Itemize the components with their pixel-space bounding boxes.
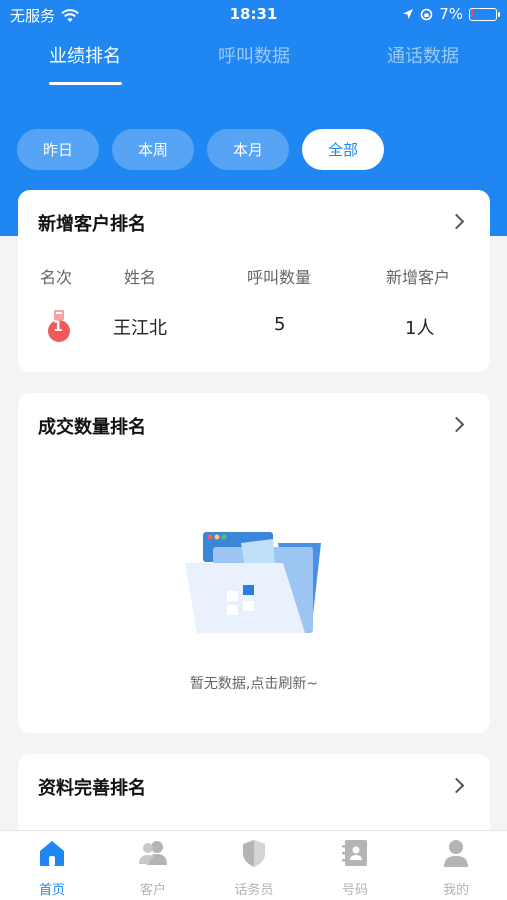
filter-all[interactable]: 全部 bbox=[302, 129, 384, 170]
column-calls: 呼叫数量 bbox=[247, 268, 312, 287]
column-new-customers: 新增客户 bbox=[386, 268, 451, 287]
shield-icon bbox=[243, 840, 265, 867]
battery-level bbox=[471, 9, 473, 18]
row-new-customers: 1人 bbox=[405, 318, 435, 339]
column-rank: 名次 bbox=[40, 268, 73, 287]
filter-this-month[interactable]: 本月 bbox=[207, 129, 289, 170]
chevron-right-icon[interactable] bbox=[448, 777, 465, 794]
contacts-book-icon bbox=[342, 840, 367, 866]
row-calls: 5 bbox=[274, 314, 286, 335]
rank-number: 1 bbox=[53, 319, 63, 335]
filter-this-week[interactable]: 本周 bbox=[112, 129, 194, 170]
nav-customers[interactable]: 客户 bbox=[113, 837, 193, 898]
row-name: 王江北 bbox=[113, 318, 167, 339]
active-tab-indicator bbox=[49, 82, 122, 85]
period-filters: 昨日 本周 本月 全部 bbox=[17, 129, 384, 170]
nav-label: 首页 bbox=[38, 883, 65, 898]
rotation-lock-icon bbox=[420, 8, 433, 20]
user-icon bbox=[444, 840, 468, 867]
nav-label: 话务员 bbox=[234, 883, 274, 898]
bottom-navigation: 首页 客户 话务员 号码 我的 bbox=[0, 830, 507, 900]
customers-icon bbox=[139, 841, 167, 865]
filter-yesterday[interactable]: 昨日 bbox=[17, 129, 99, 170]
location-arrow-icon bbox=[403, 9, 414, 19]
nav-label: 我的 bbox=[442, 883, 469, 898]
nav-label: 客户 bbox=[139, 883, 166, 898]
chevron-right-icon[interactable] bbox=[448, 416, 465, 433]
card-title: 资料完善排名 bbox=[38, 778, 146, 799]
nav-operators[interactable]: 话务员 bbox=[214, 837, 294, 898]
status-bar: 无服务 18:31 7% bbox=[0, 0, 507, 30]
nav-numbers[interactable]: 号码 bbox=[315, 837, 395, 898]
tab-performance-ranking[interactable]: 业绩排名 bbox=[49, 42, 121, 68]
card-title: 新增客户排名 bbox=[38, 214, 146, 235]
nav-label: 号码 bbox=[341, 883, 368, 898]
home-icon bbox=[40, 841, 64, 866]
card-title: 成交数量排名 bbox=[38, 417, 146, 438]
empty-folder-illustration[interactable] bbox=[183, 529, 328, 634]
status-right: 7% bbox=[402, 5, 500, 23]
deals-ranking-card: 成交数量排名 暂无数据,点击刷新~ bbox=[18, 393, 490, 733]
tab-call-data[interactable]: 呼叫数据 bbox=[218, 42, 290, 68]
column-name: 姓名 bbox=[124, 268, 157, 287]
top-tabs: 业绩排名 呼叫数据 通话数据 bbox=[0, 42, 507, 92]
battery-percent: 7% bbox=[439, 5, 463, 23]
empty-state-text[interactable]: 暂无数据,点击刷新~ bbox=[18, 673, 490, 693]
tab-talk-data[interactable]: 通话数据 bbox=[387, 42, 459, 68]
nav-home[interactable]: 首页 bbox=[12, 837, 92, 898]
chevron-right-icon[interactable] bbox=[448, 213, 465, 230]
nav-mine[interactable]: 我的 bbox=[416, 837, 496, 898]
battery-icon bbox=[469, 7, 500, 21]
new-customer-ranking-card: 新增客户排名 名次 姓名 呼叫数量 新增客户 1 王江北 5 1人 bbox=[18, 190, 490, 372]
